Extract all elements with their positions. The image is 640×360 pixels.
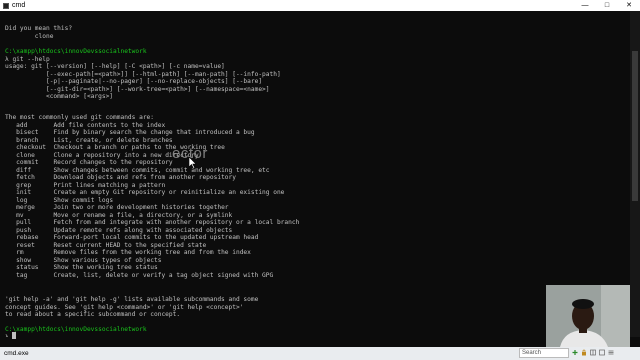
plus-icon[interactable]: [572, 349, 578, 356]
usage-line: [-p|--paginate|--no-pager] [--no-replace…: [5, 78, 263, 85]
command-row: init Create an empty Git repository or r…: [5, 189, 284, 196]
usage-line: <command> [<args>]: [5, 93, 114, 100]
footer-line: 'git help -a' and 'git help -g' lists av…: [5, 296, 259, 303]
command-row: tag Create, list, delete or verify a tag…: [5, 272, 273, 279]
webcam-overlay: [546, 285, 630, 347]
command-row: bisect Find by binary search the change …: [5, 129, 255, 136]
command-name: init: [5, 189, 54, 196]
command-row: status Show the working tree status: [5, 264, 158, 271]
command-name: merge: [5, 204, 54, 211]
command-row: rm Remove files from the working tree an…: [5, 249, 251, 256]
command-description: Join two or more development histories t…: [53, 204, 229, 211]
command-name: mv: [5, 211, 54, 219]
tab-cmd-exe[interactable]: cmd.exe: [4, 350, 29, 357]
command-name: clone: [5, 151, 54, 159]
command-row: clone Clone a repository into a new dire…: [5, 152, 199, 159]
footer-line: concept guides. See 'git help <command>'…: [5, 303, 244, 311]
command-row: rebase Forward-port local commits to the…: [5, 234, 258, 241]
command-row: pull Fetch from and integrate with anoth…: [5, 219, 299, 226]
console-output[interactable]: Did you mean this? clone C:\xampp\htdocs…: [0, 11, 630, 337]
command-description: Download objects and refs from another r…: [53, 174, 236, 181]
footer-line: to read about a specific subcommand or c…: [5, 311, 181, 318]
suggestion-header: Did you mean this?: [5, 25, 73, 32]
command-row: mv Move or rename a file, a directory, o…: [5, 212, 232, 219]
window-title: cmd: [12, 2, 26, 9]
command-row: show Show various types of objects: [5, 257, 161, 264]
minimize-button[interactable]: —: [574, 0, 596, 11]
console-scrollbar[interactable]: [630, 11, 640, 337]
commands-header: The most commonly used git commands are:: [5, 114, 155, 121]
command-description: Show commit logs: [53, 196, 114, 204]
command-row: merge Join two or more development histo…: [5, 204, 229, 211]
command-name: bisect: [5, 129, 54, 136]
command-description: Reset current HEAD to the specified stat…: [53, 241, 207, 249]
command-name: push: [5, 226, 54, 234]
scrollbar-thumb[interactable]: [632, 51, 638, 201]
cmd-app-icon: [3, 2, 9, 9]
window-controls: — □ ✕: [574, 0, 640, 11]
command-description: List, create, or delete branches: [53, 136, 173, 144]
command-name: branch: [5, 136, 54, 144]
command-row: add Add file contents to the index: [5, 122, 165, 129]
command-description: Print lines matching a pattern: [53, 181, 166, 189]
command-description: Show various types of objects: [53, 256, 162, 264]
prompt-path: C:\xampp\htdocs\innovDevssocialnetwork: [5, 48, 147, 55]
usage-line: usage: git [--version] [--help] [-C <pat…: [5, 63, 225, 70]
command-description: Fetch from and integrate with another re…: [53, 219, 300, 226]
search-input[interactable]: Search: [519, 348, 569, 358]
command-row: diff Show changes between commits, commi…: [5, 166, 270, 174]
command-description: Find by binary search the change that in…: [53, 129, 255, 136]
command-name: fetch: [5, 174, 54, 181]
command-description: Create, list, delete or verify a tag obj…: [53, 271, 274, 279]
split-view-icon[interactable]: [590, 349, 596, 356]
command-name: grep: [5, 181, 54, 189]
command-row: log Show commit logs: [5, 197, 113, 204]
text-caret: [12, 332, 16, 339]
command-name: show: [5, 256, 54, 264]
prompt-path: C:\xampp\htdocs\innovDevssocialnetwork: [5, 326, 147, 333]
command-line: λ git --help: [5, 55, 50, 63]
command-row: commit Record changes to the repository: [5, 159, 173, 166]
lock-icon[interactable]: [581, 349, 587, 356]
command-description: Update remote refs along with associated…: [53, 226, 233, 234]
mouse-pointer-icon: [189, 157, 197, 169]
prompt-symbol: λ: [5, 333, 9, 338]
maximize-button[interactable]: □: [596, 0, 618, 11]
close-button[interactable]: ✕: [618, 0, 640, 11]
command-description: Add file contents to the index: [53, 121, 166, 129]
command-description: Record changes to the repository: [53, 159, 173, 166]
tray-area: [572, 349, 617, 356]
menu-icon[interactable]: [608, 349, 614, 356]
command-description: Create an empty Git repository or reinit…: [53, 189, 285, 196]
command-description: Forward-port local commits to the update…: [53, 234, 259, 241]
command-name: commit: [5, 159, 54, 166]
command-name: pull: [5, 219, 54, 226]
command-name: log: [5, 196, 54, 204]
command-row: fetch Download objects and refs from ano…: [5, 174, 236, 181]
window-icon[interactable]: [599, 349, 605, 356]
command-name: diff: [5, 166, 54, 174]
command-description: Remove files from the working tree and f…: [53, 249, 251, 256]
command-row: reset Reset current HEAD to the specifie…: [5, 242, 206, 249]
command-row: grep Print lines matching a pattern: [5, 182, 165, 189]
command-description: Move or rename a file, a directory, or a…: [53, 211, 233, 219]
suggestion-item: clone: [5, 32, 54, 40]
command-name: rm: [5, 249, 54, 256]
command-description: Show the working tree status: [53, 264, 158, 271]
title-bar: cmd — □ ✕: [0, 0, 640, 11]
command-name: rebase: [5, 234, 54, 241]
status-bar: cmd.exe Search: [0, 347, 640, 360]
command-name: add: [5, 121, 54, 129]
command-name: tag: [5, 271, 54, 279]
usage-line: [--git-dir=<path>] [--work-tree=<path>] …: [5, 85, 270, 93]
command-name: checkout: [5, 144, 54, 151]
command-row: branch List, create, or delete branches: [5, 136, 173, 144]
presenter-avatar: [546, 285, 630, 347]
command-description: Show changes between commits, commit and…: [53, 166, 270, 174]
command-name: status: [5, 264, 54, 271]
command-name: reset: [5, 241, 54, 249]
usage-line: [--exec-path[=<path>]] [--html-path] [--…: [5, 70, 281, 78]
command-row: push Update remote refs along with assoc…: [5, 227, 232, 234]
